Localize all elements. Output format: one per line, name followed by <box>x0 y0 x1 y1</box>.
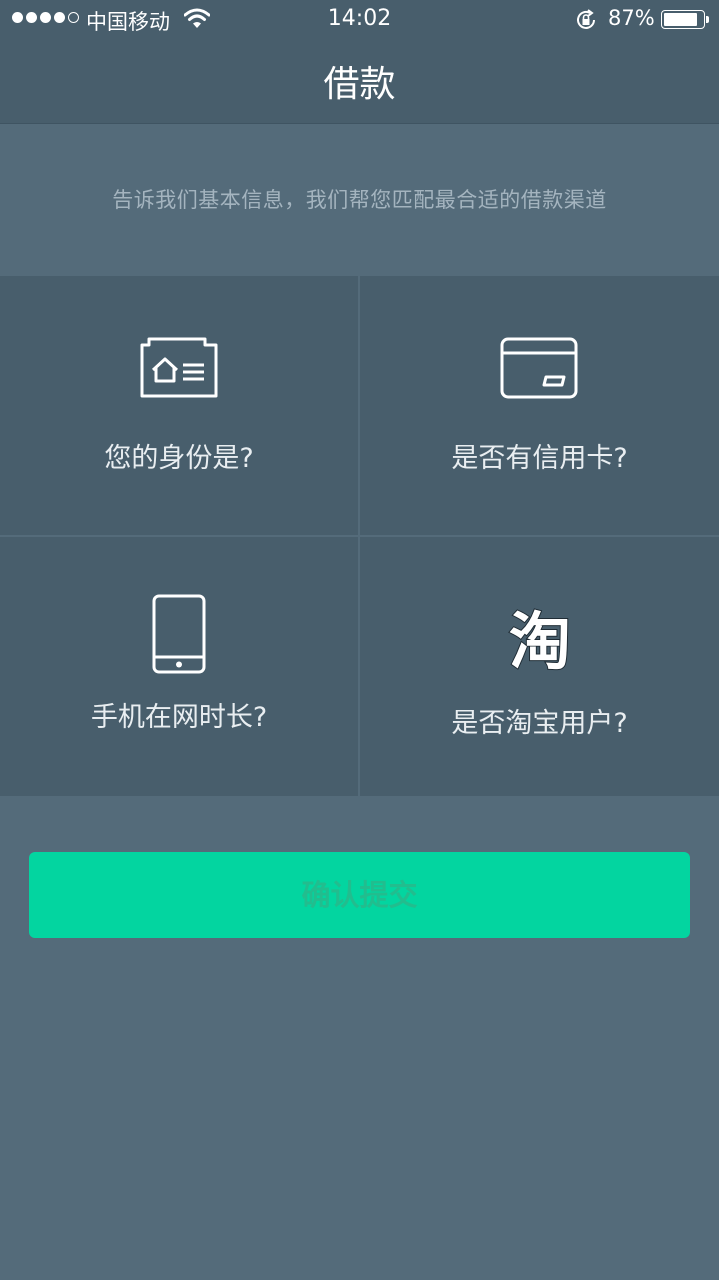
battery-fill <box>664 13 698 26</box>
option-identity[interactable]: 您的身份是? <box>0 276 358 535</box>
header: 中国移动 14:02 87% 借款 <box>0 0 719 124</box>
taobao-icon: 淘 <box>508 607 572 677</box>
option-taobao-label: 是否淘宝用户? <box>451 708 628 739</box>
option-grid: 您的身份是? 是否有信用卡? 手机在网时长? 淘 是否淘宝用户? <box>0 276 719 796</box>
loan-screen: 中国移动 14:02 87% 借款 告诉我们基本信息，我们帮您匹配最合适的借款渠… <box>0 0 719 1280</box>
option-phone-tenure-label: 手机在网时长? <box>90 702 268 733</box>
status-bar: 中国移动 14:02 87% <box>0 0 719 40</box>
id-card-icon <box>140 337 218 398</box>
submit-button[interactable]: 确认提交 <box>29 852 690 938</box>
battery-tip <box>706 16 709 23</box>
credit-card-icon <box>500 337 578 399</box>
intro-text: 告诉我们基本信息，我们帮您匹配最合适的借款渠道 <box>112 188 607 212</box>
mobile-phone-icon <box>152 594 206 674</box>
option-credit-card-label: 是否有信用卡? <box>451 443 628 474</box>
option-phone-tenure[interactable]: 手机在网时长? <box>0 537 358 796</box>
option-taobao[interactable]: 淘 是否淘宝用户? <box>360 537 719 796</box>
page-title: 借款 <box>323 64 396 105</box>
battery-percent: 87% <box>608 6 655 30</box>
orientation-lock-icon <box>577 9 595 29</box>
option-credit-card[interactable]: 是否有信用卡? <box>360 276 719 535</box>
taobao-icon-glyph: 淘 <box>509 607 571 677</box>
option-identity-label: 您的身份是? <box>104 443 254 474</box>
battery-icon <box>661 10 705 29</box>
